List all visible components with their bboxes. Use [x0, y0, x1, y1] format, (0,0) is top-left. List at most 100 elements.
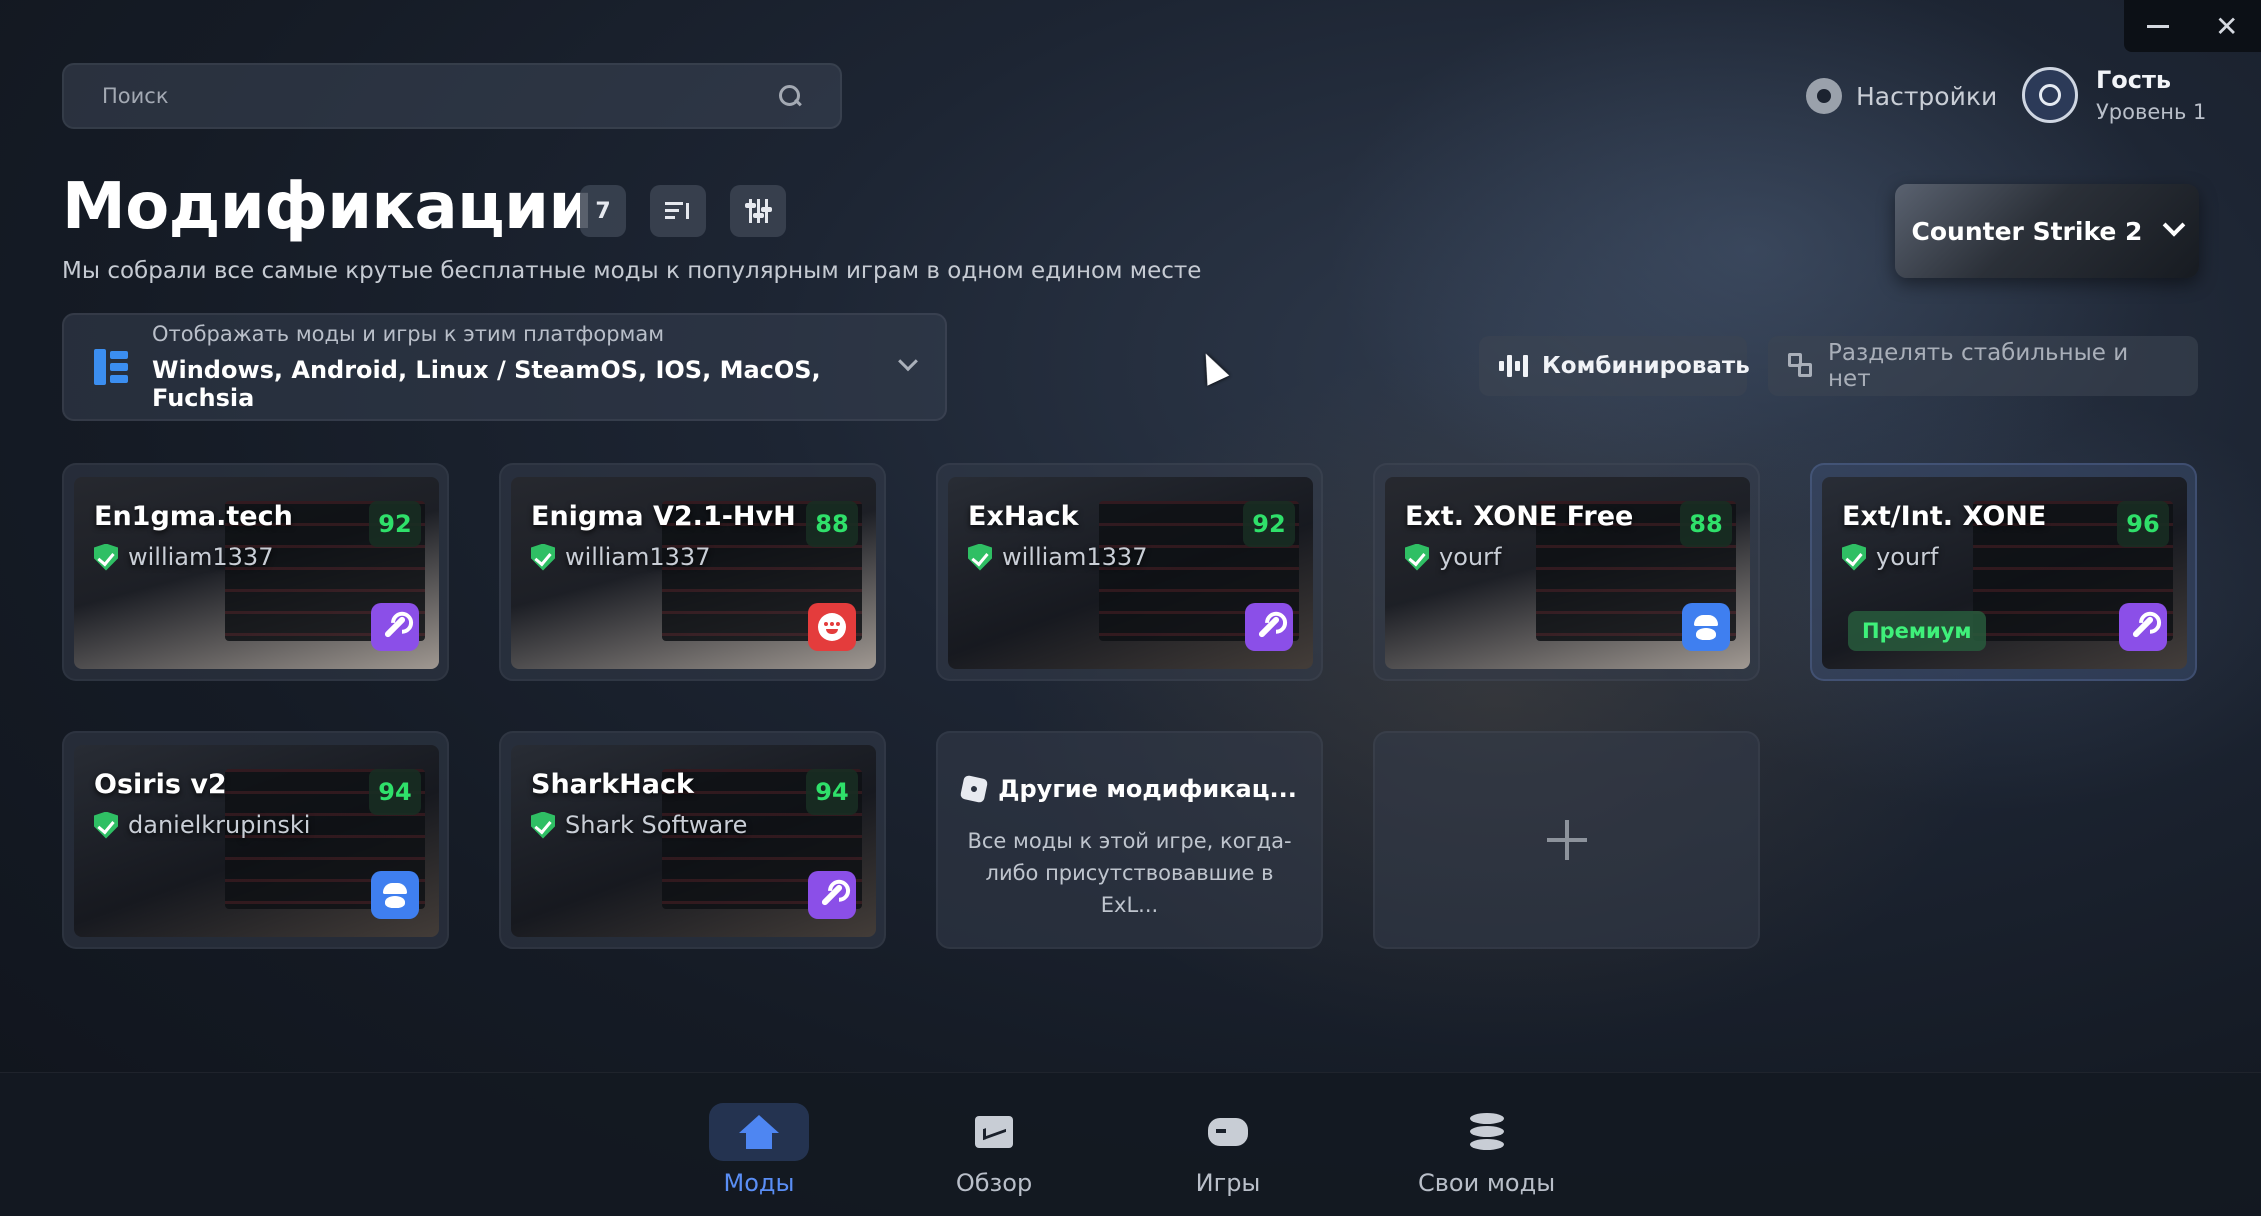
mod-card[interactable]: Ext. XONE Free yourf 88: [1373, 463, 1760, 681]
verified-shield-icon: [531, 543, 555, 571]
nav-label: Свои моды: [1418, 1169, 1556, 1197]
mod-type-badge: [1245, 603, 1293, 651]
mod-author-name: Shark Software: [565, 811, 748, 839]
combine-button[interactable]: Комбинировать: [1479, 336, 1750, 396]
platforms-label: Отображать моды и игры к этим платформам: [152, 322, 665, 346]
wrench-icon: [2131, 615, 2155, 639]
verified-shield-icon: [94, 811, 118, 839]
verified-shield-icon: [1842, 543, 1866, 571]
mod-name: En1gma.tech: [94, 501, 293, 532]
premium-badge: Премиум: [1848, 611, 1986, 651]
database-icon: [1469, 1113, 1504, 1151]
mod-card[interactable]: En1gma.tech william1337 92: [62, 463, 449, 681]
sort-button[interactable]: [650, 185, 706, 237]
mods-count-badge: 7: [580, 185, 626, 237]
nav-item-games[interactable]: Игры: [1178, 1103, 1278, 1197]
game-selector-value: Counter Strike 2: [1911, 216, 2143, 246]
face-icon: [818, 613, 846, 641]
mod-author-name: danielkrupinski: [128, 811, 311, 839]
mod-score: 94: [806, 769, 858, 815]
mod-card[interactable]: Enigma V2.1-HvH william1337 88: [499, 463, 886, 681]
spy-icon: [1692, 613, 1720, 641]
combine-label: Комбинировать: [1542, 353, 1750, 379]
close-icon: ✕: [2215, 9, 2239, 43]
mod-author-name: yourf: [1876, 543, 1939, 571]
gear-icon: [1806, 78, 1842, 114]
nav-item-my-mods[interactable]: Свои моды: [1418, 1103, 1555, 1197]
search-input[interactable]: [102, 84, 778, 108]
gamepad-icon: [1208, 1118, 1248, 1146]
mod-type-badge: [2119, 603, 2167, 651]
mod-type-badge: [371, 871, 419, 919]
mod-type-badge: [808, 871, 856, 919]
avatar: [2022, 67, 2078, 123]
nav-label: Моды: [723, 1169, 795, 1197]
mod-author: william1337: [94, 543, 273, 571]
mod-author: Shark Software: [531, 811, 747, 839]
wrench-icon: [383, 615, 407, 639]
split-stable-label: Разделять стабильные и нет: [1828, 340, 2129, 392]
window-controls: ✕: [2124, 0, 2261, 52]
platforms-value: Windows, Android, Linux / SteamOS, IOS, …: [152, 356, 821, 412]
mod-score: 92: [1243, 501, 1295, 547]
other-mods-title-text: Другие модификац...: [998, 775, 1297, 803]
verified-shield-icon: [94, 543, 118, 571]
user-profile[interactable]: Гость Уровень 1: [2022, 66, 2206, 124]
page-subtitle: Мы собрали все самые крутые бесплатные м…: [62, 258, 1202, 284]
sort-icon: [665, 201, 691, 221]
mod-score: 88: [806, 501, 858, 547]
sliders-icon: [744, 199, 772, 223]
verified-shield-icon: [1405, 543, 1429, 571]
mouse-cursor-icon: [1194, 348, 1230, 386]
search-bar[interactable]: [62, 63, 842, 129]
mod-card[interactable]: ExHack william1337 92: [936, 463, 1323, 681]
add-mod-card[interactable]: [1373, 731, 1760, 949]
settings-label: Настройки: [1856, 81, 1998, 111]
split-icon: [1788, 353, 1814, 379]
nav-label: Обзор: [955, 1169, 1033, 1197]
split-stable-button[interactable]: Разделять стабильные и нет: [1768, 336, 2198, 396]
nav-item-mods[interactable]: Моды: [709, 1103, 809, 1197]
mod-card[interactable]: Osiris v2 danielkrupinski 94: [62, 731, 449, 949]
filter-button[interactable]: [730, 185, 786, 237]
mod-name: Osiris v2: [94, 769, 227, 800]
mod-author-name: william1337: [565, 543, 711, 571]
settings-button[interactable]: Настройки: [1806, 78, 1997, 114]
mod-name: SharkHack: [531, 769, 694, 800]
nav-icon-wrap: [944, 1103, 1044, 1161]
avatar-icon: [2039, 84, 2061, 106]
search-icon[interactable]: [778, 84, 802, 108]
verified-shield-icon: [968, 543, 992, 571]
mod-name: Ext. XONE Free: [1405, 501, 1634, 532]
mod-type-badge: [808, 603, 856, 651]
game-selector[interactable]: Counter Strike 2: [1895, 184, 2199, 278]
chevron-down-icon: [898, 351, 918, 372]
user-name: Гость: [2096, 66, 2172, 94]
chevron-down-icon: [2163, 214, 2186, 237]
minimize-button[interactable]: [2138, 6, 2178, 46]
wrench-icon: [820, 883, 844, 907]
nav-item-overview[interactable]: Обзор: [944, 1103, 1044, 1197]
verified-shield-icon: [531, 811, 555, 839]
mod-author-name: william1337: [128, 543, 274, 571]
mod-score: 92: [369, 501, 421, 547]
mod-author: yourf: [1842, 543, 1938, 571]
mod-card[interactable]: SharkHack Shark Software 94: [499, 731, 886, 949]
mod-author: yourf: [1405, 543, 1501, 571]
mod-author-name: yourf: [1439, 543, 1502, 571]
mod-type-badge: [371, 603, 419, 651]
combine-icon: [1499, 355, 1528, 377]
nav-icon-wrap: [709, 1103, 809, 1161]
close-button[interactable]: ✕: [2207, 6, 2247, 46]
user-level: Уровень 1: [2096, 100, 2207, 124]
mod-score: 96: [2117, 501, 2169, 547]
mod-name: Enigma V2.1-HvH: [531, 501, 796, 532]
mod-name: Ext/Int. XONE: [1842, 501, 2047, 532]
other-mods-title: Другие модификац...: [959, 774, 1297, 804]
other-mods-card[interactable]: Другие модификац... Все моды к этой игре…: [936, 731, 1323, 949]
wrench-icon: [1257, 615, 1281, 639]
mod-author: william1337: [531, 543, 710, 571]
mod-card-premium[interactable]: Ext/Int. XONE yourf 96 Премиум: [1810, 463, 2197, 681]
chart-board-icon: [975, 1116, 1013, 1148]
platforms-selector[interactable]: Отображать моды и игры к этим платформам…: [62, 313, 947, 421]
